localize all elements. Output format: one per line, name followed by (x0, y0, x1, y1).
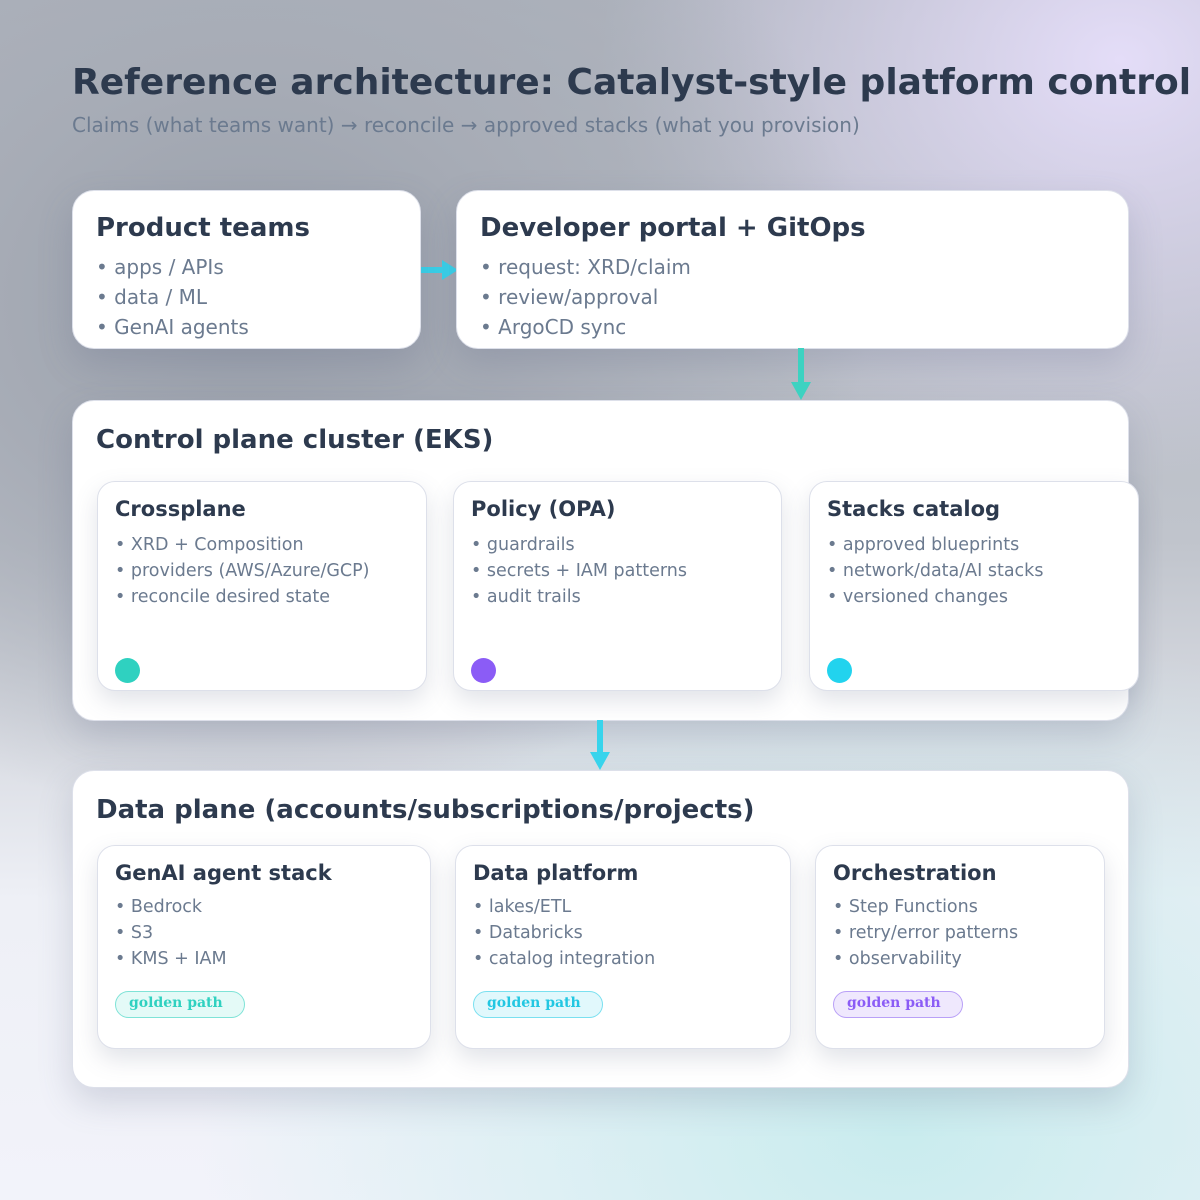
arrow-portal-to-control-plane (791, 348, 811, 400)
genai-agent-stack-item: • Bedrock (115, 897, 203, 917)
stacks-catalog-item: • approved blueprints (827, 535, 1020, 555)
policy-opa-item: • guardrails (471, 535, 575, 555)
stacks-catalog-title: Stacks catalog (827, 497, 1001, 521)
genai-agent-stack-title: GenAI agent stack (115, 861, 332, 885)
orchestration-item: • retry/error patterns (833, 923, 1019, 943)
orchestration-item: • observability (833, 949, 962, 969)
developer-portal-title: Developer portal + GitOps (480, 213, 866, 243)
developer-portal-item: • review/approval (480, 285, 659, 309)
product-teams-item: • GenAI agents (96, 315, 249, 339)
data-platform-title: Data platform (473, 861, 639, 885)
product-teams-card: Product teams • apps / APIs • data / ML … (72, 190, 421, 349)
data-platform-item: • lakes/ETL (473, 897, 572, 917)
stacks-catalog-card: Stacks catalog • approved blueprints • n… (809, 481, 1139, 691)
stacks-catalog-item: • versioned changes (827, 587, 1008, 607)
genai-agent-stack-card: GenAI agent stack • Bedrock • S3 • KMS +… (97, 845, 431, 1049)
data-platform-item: • catalog integration (473, 949, 656, 969)
golden-path-badge: golden path (473, 991, 603, 1018)
status-dot (115, 658, 140, 683)
data-platform-card: Data platform • lakes/ETL • Databricks •… (455, 845, 791, 1049)
orchestration-title: Orchestration (833, 861, 997, 885)
crossplane-card: Crossplane • XRD + Composition • provide… (97, 481, 427, 691)
genai-agent-stack-item: • S3 (115, 923, 154, 943)
crossplane-item: • reconcile desired state (115, 587, 330, 607)
orchestration-card: Orchestration • Step Functions • retry/e… (815, 845, 1105, 1049)
crossplane-item: • providers (AWS/Azure/GCP) (115, 561, 370, 581)
policy-opa-item: • secrets + IAM patterns (471, 561, 687, 581)
arrow-control-to-data-plane (590, 720, 610, 770)
policy-opa-title: Policy (OPA) (471, 497, 616, 521)
developer-portal-card: Developer portal + GitOps • request: XRD… (456, 190, 1129, 349)
product-teams-item: • data / ML (96, 285, 208, 309)
golden-path-badge: golden path (115, 991, 245, 1018)
product-teams-title: Product teams (96, 213, 310, 243)
status-dot (827, 658, 852, 683)
control-plane-title: Control plane cluster (EKS) (96, 425, 494, 455)
page-subtitle: Claims (what teams want) → reconcile → a… (72, 113, 860, 137)
developer-portal-item: • ArgoCD sync (480, 315, 627, 339)
stacks-catalog-item: • network/data/AI stacks (827, 561, 1044, 581)
genai-agent-stack-item: • KMS + IAM (115, 949, 227, 969)
crossplane-title: Crossplane (115, 497, 246, 521)
product-teams-item: • apps / APIs (96, 255, 224, 279)
data-platform-item: • Databricks (473, 923, 583, 943)
golden-path-badge: golden path (833, 991, 963, 1018)
developer-portal-item: • request: XRD/claim (480, 255, 691, 279)
crossplane-item: • XRD + Composition (115, 535, 304, 555)
page-title: Reference architecture: Catalyst-style p… (72, 62, 1192, 103)
status-dot (471, 658, 496, 683)
policy-opa-item: • audit trails (471, 587, 581, 607)
orchestration-item: • Step Functions (833, 897, 978, 917)
data-plane-title: Data plane (accounts/subscriptions/proje… (96, 795, 755, 825)
policy-opa-card: Policy (OPA) • guardrails • secrets + IA… (453, 481, 782, 691)
